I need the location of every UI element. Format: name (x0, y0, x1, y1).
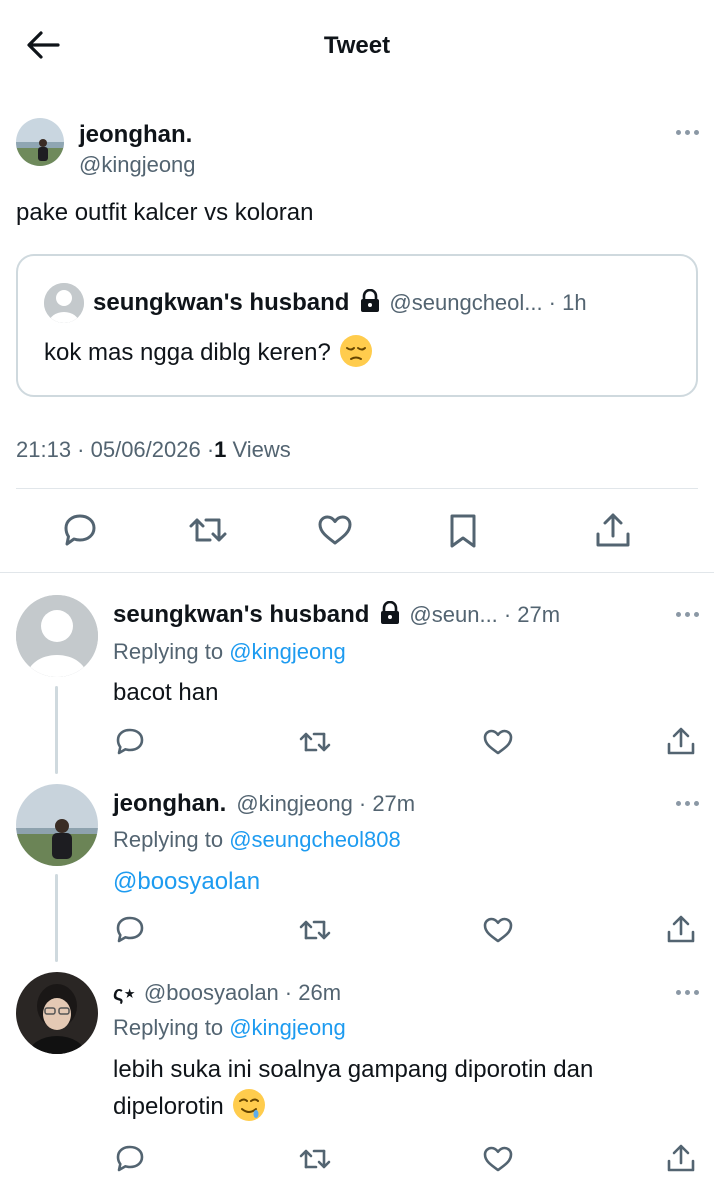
replying-to-link[interactable]: @kingjeong (229, 639, 346, 665)
reply-time: · 27m (503, 602, 561, 627)
reply-text-continued: dipelorotin (113, 1093, 224, 1120)
more-icon[interactable] (676, 129, 702, 137)
replying-to-label: Replying to (113, 639, 230, 664)
like-icon[interactable] (482, 727, 514, 757)
like-icon[interactable] (482, 915, 514, 945)
divider (0, 572, 714, 573)
pensive-face-emoji (339, 334, 373, 373)
views-label: Views (226, 437, 291, 462)
replying-to-link[interactable]: @seungcheol808 (229, 827, 401, 853)
more-icon[interactable] (676, 611, 702, 619)
more-icon[interactable] (676, 989, 702, 997)
reply-text: lebih suka ini soalnya gampang diporotin… (113, 1056, 594, 1083)
reply-avatar[interactable] (16, 595, 98, 677)
retweet-icon[interactable] (298, 916, 332, 944)
reply-author-name[interactable]: jeonghan. (113, 790, 226, 818)
reply-icon[interactable] (62, 512, 98, 548)
quoted-tweet[interactable] (16, 254, 698, 397)
reply-author-name[interactable]: seungkwan's husband (113, 601, 369, 629)
quote-time: · 1h (548, 290, 587, 315)
retweet-icon[interactable] (188, 512, 228, 548)
reply-author-name[interactable]: ς⋆ (113, 981, 136, 1006)
retweet-icon[interactable] (298, 728, 332, 756)
reply-avatar[interactable] (16, 784, 98, 866)
share-icon[interactable] (594, 510, 632, 550)
reply-text: bacot han (113, 679, 219, 706)
replying-to-label: Replying to (113, 1015, 230, 1040)
divider (16, 488, 698, 489)
reply-icon[interactable] (115, 1144, 145, 1174)
quote-author-handle: @seungcheol... (389, 290, 543, 315)
reply-avatar[interactable] (16, 972, 98, 1054)
reply-author-handle[interactable]: @seun... (409, 602, 497, 628)
tweet-text: pake outfit kalcer vs koloran (16, 199, 314, 226)
drooling-face-emoji (232, 1088, 266, 1127)
tweet-timestamp[interactable]: 21:13 · 05/06/2026 · (16, 437, 214, 463)
lock-icon (379, 600, 401, 630)
reply-time: · 26m (284, 980, 342, 1005)
reply-author-handle[interactable]: @kingjeong (236, 791, 353, 817)
reply-time: · 27m (358, 791, 416, 816)
more-icon[interactable] (676, 800, 702, 808)
lock-icon (359, 288, 381, 318)
replying-to-label: Replying to (113, 827, 230, 852)
reply-author-handle[interactable]: @boosyaolan (144, 980, 279, 1006)
reply-icon[interactable] (115, 727, 145, 757)
avatar[interactable] (16, 118, 64, 166)
page-title: Tweet (323, 32, 391, 59)
bookmark-icon[interactable] (447, 512, 479, 550)
author-handle[interactable]: @kingjeong (79, 152, 196, 178)
share-icon[interactable] (665, 913, 697, 945)
like-icon[interactable] (316, 512, 354, 548)
like-icon[interactable] (482, 1144, 514, 1174)
thread-line (55, 686, 58, 774)
views-count: 1 (214, 437, 227, 462)
author-name[interactable]: jeonghan. (79, 121, 192, 149)
retweet-icon[interactable] (298, 1145, 332, 1173)
share-icon[interactable] (665, 725, 697, 757)
quote-avatar[interactable] (44, 283, 84, 323)
reply-icon[interactable] (115, 915, 145, 945)
quote-text: kok mas ngga diblg keren? (44, 339, 331, 366)
mention-link[interactable]: @boosyaolan (113, 868, 260, 896)
share-icon[interactable] (665, 1142, 697, 1174)
quote-author-name: seungkwan's husband (93, 289, 350, 316)
replying-to-link[interactable]: @kingjeong (229, 1015, 346, 1041)
thread-line (55, 874, 58, 962)
